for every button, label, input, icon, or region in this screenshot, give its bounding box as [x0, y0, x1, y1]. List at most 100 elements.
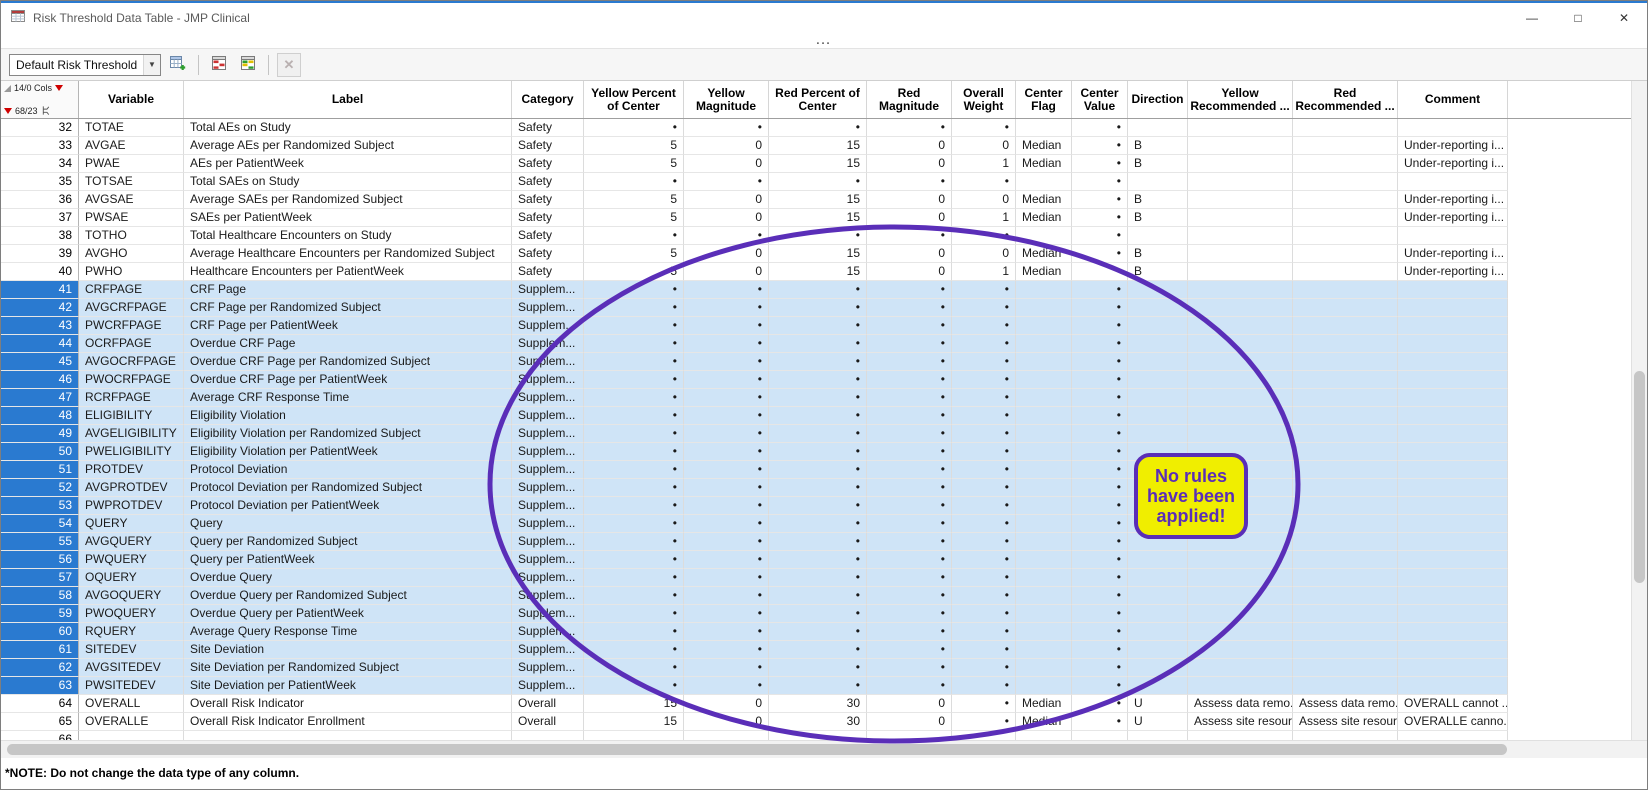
cell-yellow_magnitude[interactable]: 0	[684, 695, 769, 713]
cell-center_value[interactable]: •	[1072, 443, 1128, 461]
cell-category[interactable]: Supplem...	[512, 389, 584, 407]
column-header-yellow_percent[interactable]: Yellow Percent of Center	[584, 81, 684, 118]
cell-yellow_percent[interactable]: 5	[584, 209, 684, 227]
cell-center_flag[interactable]	[1016, 731, 1072, 740]
cell-label[interactable]: Overdue Query per Randomized Subject	[184, 587, 512, 605]
cell-red_recommended[interactable]	[1293, 389, 1398, 407]
cell-yellow_percent[interactable]: •	[584, 479, 684, 497]
cell-yellow_magnitude[interactable]: •	[684, 335, 769, 353]
cell-variable[interactable]: AVGSAE	[79, 191, 184, 209]
column-header-variable[interactable]: Variable	[79, 81, 184, 118]
cell-comment[interactable]	[1398, 335, 1508, 353]
cell-red_magnitude[interactable]: •	[867, 461, 952, 479]
cell-yellow_magnitude[interactable]: •	[684, 227, 769, 245]
cell-label[interactable]: Average Healthcare Encounters per Random…	[184, 245, 512, 263]
cell-label[interactable]: Average CRF Response Time	[184, 389, 512, 407]
cell-direction[interactable]	[1128, 119, 1188, 137]
cell-yellow_recommended[interactable]	[1188, 515, 1293, 533]
cell-comment[interactable]	[1398, 119, 1508, 137]
cell-comment[interactable]	[1398, 299, 1508, 317]
cell-category[interactable]: Supplem...	[512, 443, 584, 461]
cell-comment[interactable]	[1398, 281, 1508, 299]
cell-overall_weight[interactable]: •	[952, 371, 1016, 389]
column-header-red_magnitude[interactable]: Red Magnitude	[867, 81, 952, 118]
cell-overall_weight[interactable]: •	[952, 443, 1016, 461]
row-number[interactable]: 48	[1, 407, 79, 425]
cell-comment[interactable]: OVERALLE canno...	[1398, 713, 1508, 731]
cell-red_magnitude[interactable]: •	[867, 659, 952, 677]
cell-yellow_percent[interactable]: 15	[584, 713, 684, 731]
cell-overall_weight[interactable]: •	[952, 299, 1016, 317]
cell-red_percent[interactable]: •	[769, 227, 867, 245]
cell-overall_weight[interactable]: 0	[952, 191, 1016, 209]
close-button[interactable]: ✕	[1601, 3, 1647, 33]
row-number[interactable]: 42	[1, 299, 79, 317]
cell-red_magnitude[interactable]: •	[867, 587, 952, 605]
cell-variable[interactable]: PROTDEV	[79, 461, 184, 479]
cell-yellow_recommended[interactable]	[1188, 245, 1293, 263]
cell-center_value[interactable]: •	[1072, 353, 1128, 371]
cell-red_magnitude[interactable]: 0	[867, 209, 952, 227]
row-number[interactable]: 60	[1, 623, 79, 641]
cell-yellow_recommended[interactable]	[1188, 533, 1293, 551]
cell-center_value[interactable]: •	[1072, 677, 1128, 695]
cell-overall_weight[interactable]: •	[952, 407, 1016, 425]
cell-label[interactable]: CRF Page	[184, 281, 512, 299]
cell-yellow_magnitude[interactable]: •	[684, 659, 769, 677]
cell-red_recommended[interactable]	[1293, 479, 1398, 497]
cell-red_percent[interactable]: •	[769, 317, 867, 335]
cell-direction[interactable]	[1128, 173, 1188, 191]
row-number[interactable]: 43	[1, 317, 79, 335]
cell-red_percent[interactable]: 15	[769, 263, 867, 281]
cell-overall_weight[interactable]: •	[952, 695, 1016, 713]
cell-red_recommended[interactable]	[1293, 587, 1398, 605]
cell-label[interactable]: Overdue Query	[184, 569, 512, 587]
cell-variable[interactable]	[79, 731, 184, 740]
cell-red_magnitude[interactable]: •	[867, 317, 952, 335]
ribbon-collapse-dots[interactable]: ...	[816, 35, 831, 47]
cell-label[interactable]: Overdue Query per PatientWeek	[184, 605, 512, 623]
cell-red_percent[interactable]: •	[769, 605, 867, 623]
cell-red_magnitude[interactable]: •	[867, 569, 952, 587]
cell-comment[interactable]	[1398, 461, 1508, 479]
cell-yellow_percent[interactable]: •	[584, 119, 684, 137]
cell-center_flag[interactable]	[1016, 299, 1072, 317]
cell-yellow_recommended[interactable]: Assess data remo...	[1188, 695, 1293, 713]
cell-category[interactable]: Supplem...	[512, 461, 584, 479]
cell-overall_weight[interactable]: •	[952, 713, 1016, 731]
cell-yellow_recommended[interactable]	[1188, 317, 1293, 335]
cell-center_flag[interactable]	[1016, 317, 1072, 335]
cell-red_percent[interactable]: 15	[769, 137, 867, 155]
cell-overall_weight[interactable]: •	[952, 425, 1016, 443]
cell-comment[interactable]	[1398, 587, 1508, 605]
cell-category[interactable]: Supplem...	[512, 551, 584, 569]
cell-overall_weight[interactable]: •	[952, 317, 1016, 335]
cell-variable[interactable]: AVGELIGIBILITY	[79, 425, 184, 443]
cell-center_flag[interactable]	[1016, 677, 1072, 695]
row-number[interactable]: 45	[1, 353, 79, 371]
cell-red_magnitude[interactable]: 0	[867, 245, 952, 263]
cell-category[interactable]: Supplem...	[512, 299, 584, 317]
column-header-direction[interactable]: Direction	[1128, 81, 1188, 118]
row-number[interactable]: 47	[1, 389, 79, 407]
cell-center_flag[interactable]: Median	[1016, 155, 1072, 173]
cell-red_percent[interactable]: 30	[769, 695, 867, 713]
cell-red_recommended[interactable]	[1293, 335, 1398, 353]
cell-red_percent[interactable]: •	[769, 569, 867, 587]
cell-yellow_magnitude[interactable]: •	[684, 425, 769, 443]
cell-center_value[interactable]: •	[1072, 623, 1128, 641]
cell-direction[interactable]	[1128, 371, 1188, 389]
cell-category[interactable]: Safety	[512, 245, 584, 263]
cell-yellow_magnitude[interactable]: 0	[684, 245, 769, 263]
cell-center_value[interactable]: •	[1072, 263, 1128, 281]
cell-yellow_percent[interactable]: •	[584, 353, 684, 371]
row-number[interactable]: 57	[1, 569, 79, 587]
cell-red_recommended[interactable]	[1293, 461, 1398, 479]
cell-red_recommended[interactable]	[1293, 155, 1398, 173]
cell-direction[interactable]	[1128, 461, 1188, 479]
row-number[interactable]: 65	[1, 713, 79, 731]
cell-overall_weight[interactable]: •	[952, 497, 1016, 515]
cell-red_recommended[interactable]	[1293, 245, 1398, 263]
cell-direction[interactable]: B	[1128, 263, 1188, 281]
cell-label[interactable]: Overall Risk Indicator Enrollment	[184, 713, 512, 731]
